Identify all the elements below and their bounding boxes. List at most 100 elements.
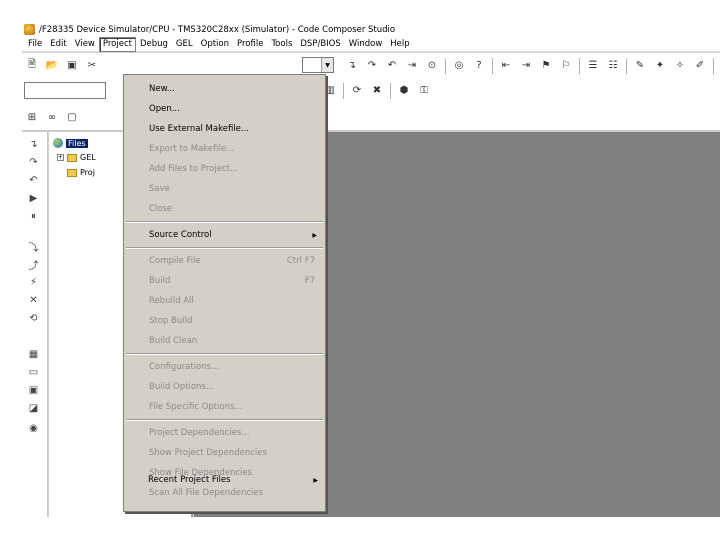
tree-node-projects[interactable]: Proj <box>67 168 95 177</box>
menu-use-external-makefile[interactable]: Use External Makefile... <box>124 119 325 139</box>
menu-gel[interactable]: GEL <box>172 38 197 51</box>
align-left-icon[interactable]: ☰ <box>586 58 600 72</box>
menu-open[interactable]: Open... <box>124 99 325 119</box>
menu-edit[interactable]: Edit <box>46 38 70 51</box>
tree-node-label[interactable]: Proj <box>80 168 95 177</box>
outdent-icon[interactable]: ⇥ <box>519 58 533 72</box>
pin-icon[interactable]: ✐ <box>693 58 707 72</box>
menu-help[interactable]: Help <box>386 38 413 51</box>
menu-debug[interactable]: Debug <box>136 38 172 51</box>
toolbar-separator <box>492 58 493 74</box>
menu-item-label: Build <box>149 276 171 286</box>
key-icon[interactable]: ⚿ <box>417 83 431 97</box>
menu-new[interactable]: New... <box>124 79 325 99</box>
ccs-window: /F28335 Device Simulator/CPU - TMS320C28… <box>22 22 720 517</box>
menu-item-label: Close <box>149 204 173 214</box>
menu-recent-project-files[interactable]: Recent Project Files ▶ <box>123 470 326 490</box>
menu-build[interactable]: Build F7 <box>124 271 325 291</box>
target-icon[interactable]: ⊞ <box>25 111 39 125</box>
menu-window[interactable]: Window <box>345 38 387 51</box>
record-icon[interactable]: ◉ <box>27 422 40 435</box>
menu-save[interactable]: Save <box>124 179 325 199</box>
glasses-icon[interactable]: ∞ <box>45 111 59 125</box>
stop-build-icon[interactable]: ✖ <box>370 83 384 97</box>
menu-dspbios[interactable]: DSP/BIOS <box>296 38 344 51</box>
menu-compile-file[interactable]: Compile File Ctrl F7 <box>124 251 325 271</box>
asm-over-icon[interactable]: ⤴ <box>27 258 40 272</box>
menu-export-makefile[interactable]: Export to Makefile... <box>124 139 325 159</box>
step-over-icon[interactable]: ↷ <box>27 156 40 169</box>
indent-icon[interactable]: ⇤ <box>499 58 513 72</box>
menu-project-dependencies[interactable]: Project Dependencies... <box>124 423 325 443</box>
chevron-down-icon[interactable]: ▼ <box>321 58 333 72</box>
menu-project[interactable]: Project <box>98 36 136 52</box>
bookmark-icon[interactable]: ⚑ <box>539 58 553 72</box>
menu-item-label: Use External Makefile... <box>149 124 249 134</box>
menu-file[interactable]: File <box>24 38 46 51</box>
asm-step-icon[interactable]: ⤵ <box>27 240 40 254</box>
memory-icon[interactable]: ▢ <box>65 111 79 125</box>
menu-item-label: New... <box>149 84 175 94</box>
menu-item-label: Open... <box>149 104 180 114</box>
save-icon[interactable]: ▣ <box>65 58 79 72</box>
menu-item-label: Save <box>149 184 170 194</box>
toolbar-combo[interactable]: ▼ <box>302 57 334 73</box>
toolbar-separator <box>579 58 580 74</box>
animate-icon[interactable]: ⚡ <box>27 276 40 289</box>
watch-window-icon[interactable]: ▣ <box>27 384 40 397</box>
wand-icon[interactable]: ✎ <box>633 58 647 72</box>
menu-file-specific-options[interactable]: File Specific Options... <box>124 397 325 417</box>
help-icon[interactable]: ? <box>472 58 486 72</box>
open-folder-icon[interactable]: 📂 <box>45 58 59 72</box>
step-out-icon[interactable]: ↶ <box>27 174 40 187</box>
menu-show-project-dependencies[interactable]: Show Project Dependencies <box>124 443 325 463</box>
probe-icon[interactable]: ✦ <box>653 58 667 72</box>
step-into-icon[interactable]: ↴ <box>345 58 359 72</box>
animate-stop-icon[interactable]: ✕ <box>27 294 40 307</box>
tree-root[interactable]: Files <box>53 138 88 148</box>
expand-icon[interactable]: + <box>57 154 64 161</box>
run-icon[interactable]: ▶ <box>27 192 40 205</box>
probe-clear-icon[interactable]: ✧ <box>673 58 687 72</box>
menu-option[interactable]: Option <box>197 38 233 51</box>
halt-icon[interactable]: ⏸ <box>27 210 40 223</box>
project-combo[interactable] <box>24 82 106 99</box>
menu-recent-project-files-placeholder <box>124 503 325 511</box>
menu-add-files[interactable]: Add Files to Project... <box>124 159 325 179</box>
run-to-cursor-icon[interactable]: ⇥ <box>405 58 419 72</box>
menu-item-label: Build Options... <box>149 382 214 392</box>
debug-toolbar-group: ↴ ↷ ↶ ⇥ ⊙ ◎ ? ⇤ ⇥ ⚑ ⚐ ☰ ☷ ✎ ✦ ✧ ✐ ✍ <box>342 58 720 74</box>
breakpoint-icon[interactable]: ⊙ <box>425 58 439 72</box>
menu-rebuild-all[interactable]: Rebuild All <box>124 291 325 311</box>
tree-node-gel[interactable]: + GEL <box>57 153 96 162</box>
menu-configurations[interactable]: Configurations... <box>124 357 325 377</box>
step-out-icon[interactable]: ↶ <box>385 58 399 72</box>
menu-view[interactable]: View <box>71 38 99 51</box>
reset-icon[interactable]: ⟲ <box>27 312 40 325</box>
menu-tools[interactable]: Tools <box>267 38 296 51</box>
cut-icon[interactable]: ✂ <box>85 58 99 72</box>
menu-build-options[interactable]: Build Options... <box>124 377 325 397</box>
menu-source-control[interactable]: Source Control ▶ <box>124 225 325 245</box>
menu-build-clean[interactable]: Build Clean <box>124 331 325 351</box>
tree-root-label[interactable]: Files <box>66 138 88 148</box>
new-file-icon[interactable]: 🗎 <box>25 58 39 72</box>
next-bookmark-icon[interactable]: ⚐ <box>559 58 573 72</box>
submenu-arrow-icon: ▶ <box>312 231 317 239</box>
step-over-icon[interactable]: ↷ <box>365 58 379 72</box>
shield-icon[interactable]: ⬢ <box>397 83 411 97</box>
step-into-icon[interactable]: ↴ <box>27 138 40 151</box>
watch-icon[interactable]: ◎ <box>452 58 466 72</box>
menu-close[interactable]: Close <box>124 199 325 219</box>
menu-profile[interactable]: Profile <box>233 38 267 51</box>
registers-icon[interactable]: ▦ <box>27 348 40 361</box>
menu-item-label: Build Clean <box>149 336 198 346</box>
toolbar-separator <box>445 58 446 74</box>
disassembly-icon[interactable]: ◪ <box>27 402 40 415</box>
debug-vertical-toolbar: ↴ ↷ ↶ ▶ ⏸ ⤵ ⤴ ⚡ ✕ ⟲ ▦ ▭ ▣ ◪ ◉ <box>22 132 48 517</box>
menu-stop-build[interactable]: Stop Build <box>124 311 325 331</box>
tree-node-label[interactable]: GEL <box>80 153 96 162</box>
align-right-icon[interactable]: ☷ <box>606 58 620 72</box>
rebuild-icon[interactable]: ⟳ <box>350 83 364 97</box>
memory-window-icon[interactable]: ▭ <box>27 366 40 379</box>
